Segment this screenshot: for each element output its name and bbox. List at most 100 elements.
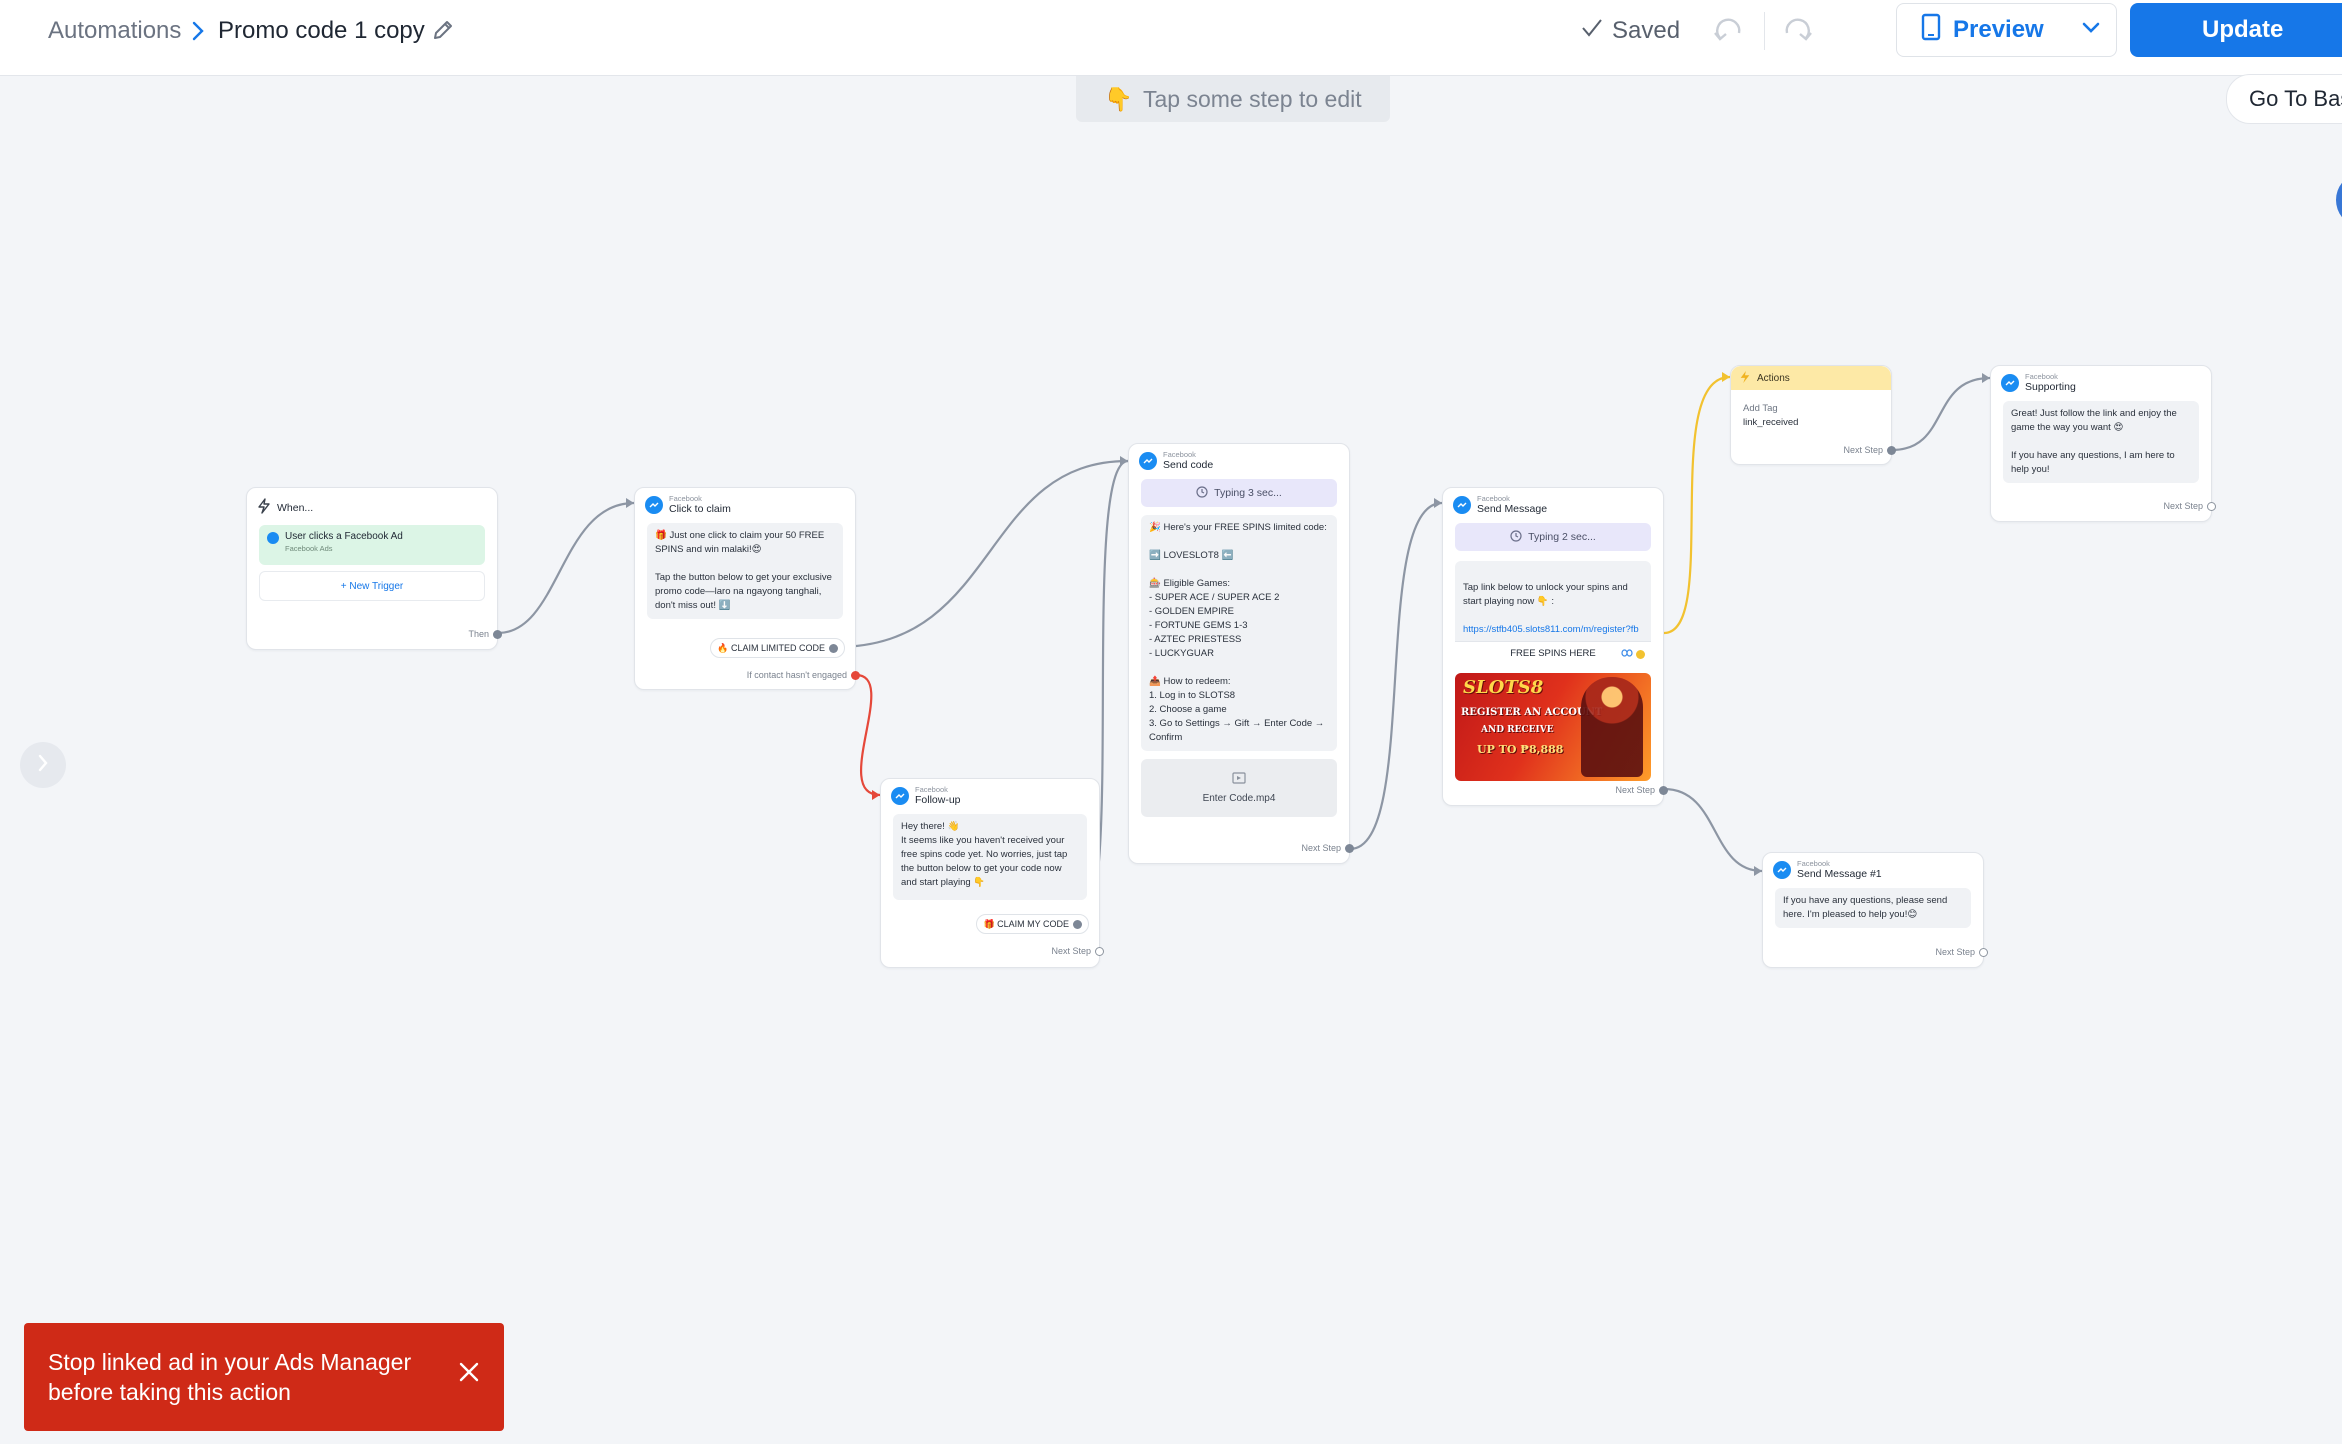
claim-limited-code-button[interactable]: 🔥 CLAIM LIMITED CODE — [710, 638, 845, 658]
footer-label: Then — [468, 629, 489, 639]
node-channel: Facebook — [1797, 859, 1830, 868]
new-trigger-button[interactable]: + New Trigger — [259, 571, 485, 601]
video-filename: Enter Code.mp4 — [1202, 793, 1276, 804]
footer-label: Next Step — [1615, 785, 1655, 795]
typing-delay: Typing 2 sec... — [1455, 523, 1651, 551]
wire-trigger-to-claim — [497, 501, 635, 635]
output-handle[interactable] — [1095, 946, 1104, 956]
output-handle[interactable] — [2207, 501, 2216, 511]
send-code-footer: Next Step — [1301, 843, 1354, 853]
node-channel: Facebook — [915, 785, 948, 794]
node-title: Supporting — [2025, 381, 2076, 393]
footer-label: If contact hasn't engaged — [746, 670, 847, 680]
link-icon — [1621, 649, 1633, 660]
output-handle[interactable] — [493, 629, 502, 639]
typing-delay: Typing 3 sec... — [1141, 479, 1337, 507]
banner-line-3: UP TO ₱8,888 — [1477, 743, 1564, 756]
click-to-claim-node[interactable]: Facebook Click to claim 🎁 Just one click… — [634, 487, 860, 690]
actions-node[interactable]: Actions Add Tag link_received Next Step — [1730, 365, 1896, 465]
message-bubble: Hey there! 👋 It seems like you haven't r… — [893, 814, 1087, 900]
free-spins-button[interactable]: FREE SPINS HERE — [1455, 641, 1651, 665]
messenger-icon — [267, 532, 279, 544]
message-bubble: If you have any questions, please send h… — [1775, 888, 1971, 928]
actions-header: Actions — [1731, 366, 1891, 390]
output-handle[interactable] — [1887, 445, 1896, 455]
toast-message: Stop linked ad in your Ads Manager befor… — [48, 1349, 412, 1405]
messenger-icon — [1453, 495, 1471, 514]
footer-label: Next Step — [1843, 445, 1883, 455]
button-label: FREE SPINS HERE — [1510, 648, 1596, 659]
node-channel: Facebook — [669, 494, 702, 503]
output-handle[interactable] — [829, 643, 838, 653]
wire-claim-to-sendcode — [835, 459, 1129, 649]
node-title: Follow-up — [915, 794, 961, 806]
wire-sendcode-to-sendmessage — [1349, 501, 1443, 851]
banner-brand: SLOTS8 — [1463, 677, 1544, 698]
video-file-icon — [1232, 772, 1246, 787]
output-handle[interactable] — [1659, 785, 1668, 795]
trigger-footer: Then — [468, 629, 502, 639]
message-text: Tap link below to unlock your spins and … — [1463, 582, 1628, 607]
promo-banner-image: SLOTS8 REGISTER AN ACCOUNT AND RECEIVE U… — [1455, 673, 1651, 781]
claim-my-code-button[interactable]: 🎁 CLAIM MY CODE — [976, 914, 1089, 934]
footer-label: Next Step — [1935, 947, 1975, 957]
error-toast: Stop linked ad in your Ads Manager befor… — [24, 1323, 504, 1431]
node-title: Send Message #1 — [1797, 868, 1882, 880]
supporting-footer: Next Step — [2163, 501, 2216, 511]
trigger-item[interactable]: User clicks a Facebook Ad Facebook Ads — [259, 525, 485, 565]
wire-claim-to-followup — [855, 673, 881, 797]
wire-sendmessage-to-actions — [1663, 375, 1731, 635]
output-handle[interactable] — [1636, 650, 1645, 659]
node-title: Click to claim — [669, 503, 731, 515]
arrow-head-supporting — [1982, 373, 1990, 383]
send-message-1-node[interactable]: Facebook Send Message #1 If you have any… — [1762, 852, 1988, 968]
node-channel: Facebook — [1477, 494, 1510, 503]
output-handle[interactable] — [1345, 843, 1354, 853]
send-message-node[interactable]: Facebook Send Message Typing 2 sec... Ta… — [1442, 487, 1668, 806]
output-handle[interactable] — [1979, 947, 1988, 957]
wire-sendmessage-to-message1 — [1663, 787, 1763, 873]
banner-line-2: AND RECEIVE — [1481, 725, 1554, 735]
register-link[interactable]: https://stfb405.slots811.com/m/register?… — [1463, 624, 1639, 635]
footer-label: Next Step — [1301, 843, 1341, 853]
output-handle[interactable] — [1073, 919, 1082, 929]
video-attachment[interactable]: Enter Code.mp4 — [1141, 759, 1337, 817]
follow-up-footer: Next Step — [1051, 946, 1104, 956]
follow-up-node[interactable]: Facebook Follow-up Hey there! 👋 It seems… — [880, 778, 1104, 968]
lightning-icon — [1739, 370, 1751, 387]
message-bubble: 🎁 Just one click to claim your 50 FREE S… — [647, 523, 843, 619]
messenger-icon — [645, 495, 663, 514]
arrow-head-sendcode — [1120, 456, 1128, 466]
not-engaged-footer: If contact hasn't engaged — [747, 670, 860, 680]
add-tag-action: Add Tag link_received — [1731, 390, 1891, 430]
arrow-head-followup — [872, 790, 880, 800]
messenger-icon — [1139, 451, 1157, 470]
trigger-title: When... — [277, 501, 314, 514]
trigger-item-label: User clicks a Facebook Ad — [285, 531, 403, 542]
send-message-1-footer: Next Step — [1935, 947, 1988, 957]
actions-title: Actions — [1757, 372, 1790, 384]
arrow-head-claim — [626, 498, 634, 508]
button-label: 🎁 CLAIM MY CODE — [983, 918, 1069, 929]
banner-character-illustration — [1581, 677, 1643, 777]
messenger-icon — [2001, 373, 2019, 392]
button-label: 🔥 CLAIM LIMITED CODE — [717, 642, 825, 653]
messenger-icon — [891, 786, 909, 805]
arrow-head-actions — [1722, 372, 1730, 382]
clock-icon — [1510, 529, 1522, 545]
send-code-node[interactable]: Facebook Send code Typing 3 sec... 🎉 Her… — [1128, 443, 1354, 864]
footer-label: Next Step — [1051, 946, 1091, 956]
arrow-head-sendmessage — [1434, 498, 1442, 508]
send-message-footer: Next Step — [1615, 785, 1668, 795]
close-icon[interactable] — [458, 1360, 480, 1390]
typing-label: Typing 3 sec... — [1214, 487, 1282, 499]
actions-footer: Next Step — [1843, 445, 1896, 455]
messenger-icon — [1773, 860, 1791, 879]
clock-icon — [1196, 485, 1208, 501]
wire-actions-to-supporting — [1891, 376, 1991, 452]
output-handle[interactable] — [851, 670, 860, 680]
supporting-node[interactable]: Facebook Supporting Great! Just follow t… — [1990, 365, 2216, 522]
trigger-node[interactable]: When... User clicks a Facebook Ad Facebo… — [246, 487, 502, 650]
node-channel: Facebook — [1163, 450, 1196, 459]
node-title: Send code — [1163, 459, 1214, 471]
